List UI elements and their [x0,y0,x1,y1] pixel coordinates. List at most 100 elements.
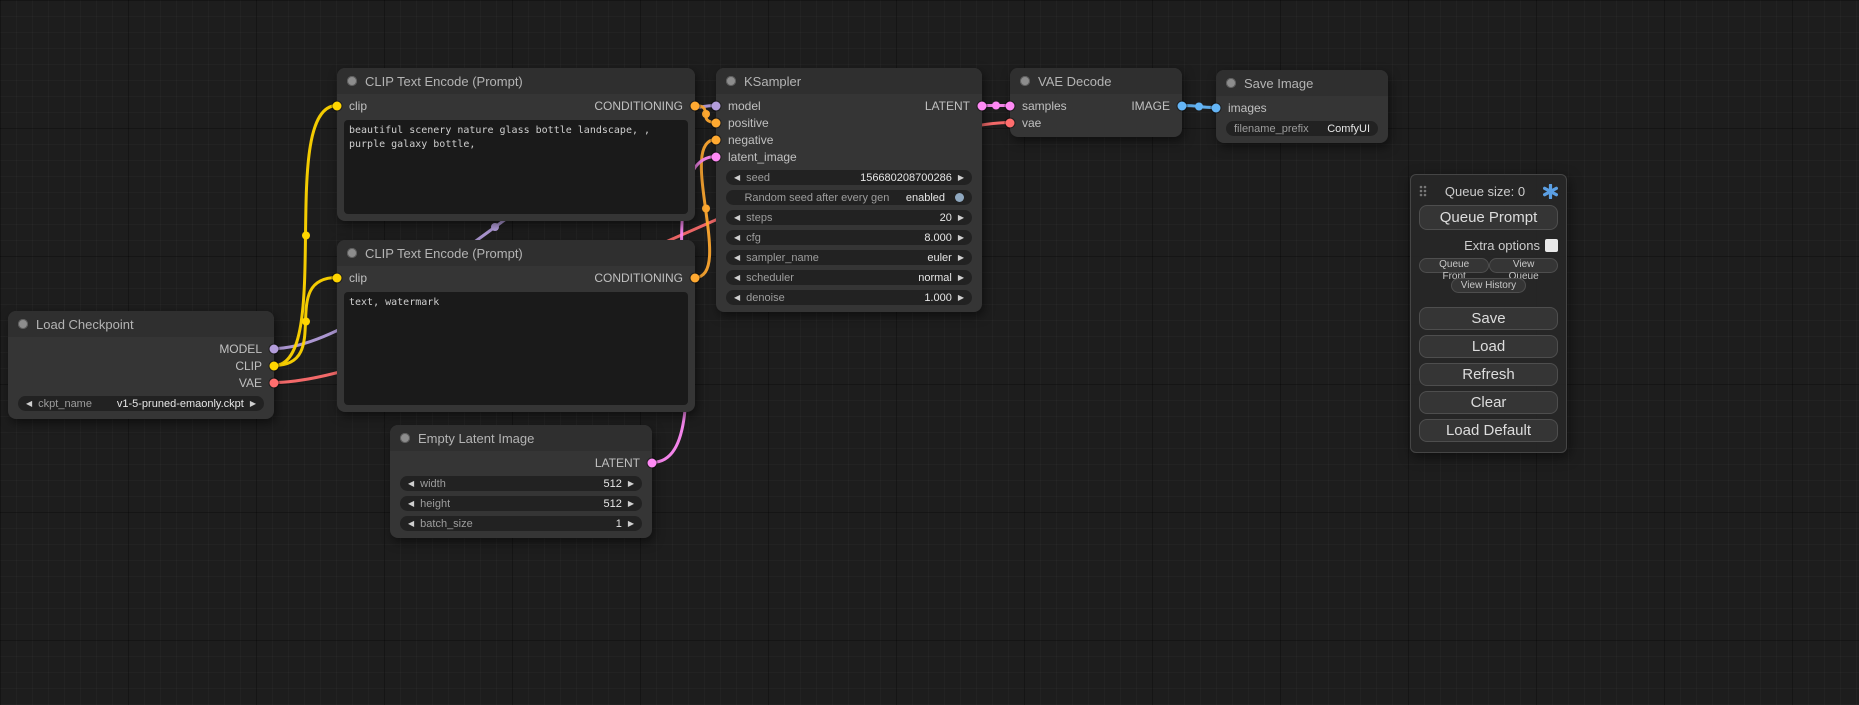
widget-sampler-name[interactable]: ◀ sampler_name euler ▶ [726,250,972,265]
node-titlebar[interactable]: VAE Decode [1010,68,1182,94]
node-title: Empty Latent Image [418,431,534,446]
node-ksampler[interactable]: KSampler model LATENT positive negative … [716,68,982,312]
widget-denoise[interactable]: ◀ denoise 1.000 ▶ [726,290,972,305]
slot-row-clip-conditioning: clip CONDITIONING [337,269,695,286]
widget-random-seed-toggle[interactable]: Random seed after every gen enabled [726,190,972,205]
collapse-dot[interactable] [726,76,736,86]
link-dot-model [491,223,499,231]
arrow-left-icon[interactable]: ◀ [408,500,414,508]
arrow-right-icon[interactable]: ▶ [958,234,964,242]
arrow-left-icon[interactable]: ◀ [408,480,414,488]
arrow-right-icon[interactable]: ▶ [958,174,964,182]
load-default-button[interactable]: Load Default [1419,419,1558,442]
widget-seed[interactable]: ◀ seed 156680208700286 ▶ [726,170,972,185]
queue-front-button[interactable]: Queue Front [1419,258,1489,273]
node-vae-decode[interactable]: VAE Decode samples IMAGE vae [1010,68,1182,137]
node-clip-text-encode-negative[interactable]: CLIP Text Encode (Prompt) clip CONDITION… [337,240,695,412]
settings-gear-icon[interactable] [1543,184,1558,199]
output-dot-vae[interactable] [270,378,279,387]
node-clip-text-encode-positive[interactable]: CLIP Text Encode (Prompt) clip CONDITION… [337,68,695,221]
collapse-dot[interactable] [1226,78,1236,88]
positive-prompt-textarea[interactable]: beautiful scenery nature glass bottle la… [344,120,688,214]
input-dot-clip[interactable] [333,273,342,282]
widget-height[interactable]: ◀ height 512 ▶ [400,496,642,511]
collapse-dot[interactable] [1020,76,1030,86]
slot-row-clip-conditioning: clip CONDITIONING [337,97,695,114]
output-dot-image[interactable] [1178,101,1187,110]
widget-filename-prefix[interactable]: filename_prefix ComfyUI [1226,121,1378,136]
node-titlebar[interactable]: Empty Latent Image [390,425,652,451]
clear-button[interactable]: Clear [1419,391,1558,414]
widget-value: ComfyUI [1327,123,1370,135]
input-dot-model[interactable] [712,101,721,110]
collapse-dot[interactable] [347,76,357,86]
arrow-right-icon[interactable]: ▶ [628,480,634,488]
node-load-checkpoint-titlebar[interactable]: Load Checkpoint [8,311,274,337]
link-dot-clip-2 [302,318,310,326]
refresh-button[interactable]: Refresh [1419,363,1558,386]
widget-label: ckpt_name [38,398,92,410]
arrow-left-icon[interactable]: ◀ [408,520,414,528]
input-label-clip: clip [349,99,367,113]
collapse-dot[interactable] [18,319,28,329]
input-dot-images[interactable] [1212,103,1221,112]
input-label-negative: negative [728,133,773,147]
save-button[interactable]: Save [1419,307,1558,330]
queue-prompt-button[interactable]: Queue Prompt [1419,205,1558,230]
arrow-right-icon[interactable]: ▶ [628,520,634,528]
arrow-left-icon[interactable]: ◀ [734,254,740,262]
arrow-left-icon[interactable]: ◀ [734,214,740,222]
widget-scheduler[interactable]: ◀ scheduler normal ▶ [726,270,972,285]
output-dot-latent[interactable] [648,458,657,467]
node-titlebar[interactable]: CLIP Text Encode (Prompt) [337,240,695,266]
extra-options-row: Extra options [1419,237,1558,253]
output-dot-model[interactable] [270,344,279,353]
arrow-left-icon[interactable]: ◀ [734,234,740,242]
view-history-button[interactable]: View History [1451,278,1526,293]
arrow-right-icon[interactable]: ▶ [958,294,964,302]
node-load-checkpoint[interactable]: Load Checkpoint MODEL CLIP VAE ◀ ckpt_na… [8,311,274,419]
negative-prompt-textarea[interactable]: text, watermark [344,292,688,405]
input-dot-vae[interactable] [1006,118,1015,127]
output-dot-clip[interactable] [270,361,279,370]
input-dot-samples[interactable] [1006,101,1015,110]
node-titlebar[interactable]: CLIP Text Encode (Prompt) [337,68,695,94]
arrow-left-icon[interactable]: ◀ [734,274,740,282]
node-titlebar[interactable]: Save Image [1216,70,1388,96]
arrow-right-icon[interactable]: ▶ [628,500,634,508]
arrow-left-icon[interactable]: ◀ [26,400,32,408]
node-title: KSampler [744,74,801,89]
arrow-right-icon[interactable]: ▶ [250,400,256,408]
toggle-dot-icon[interactable] [955,193,964,202]
widget-steps[interactable]: ◀ steps 20 ▶ [726,210,972,225]
arrow-left-icon[interactable]: ◀ [734,174,740,182]
view-queue-button[interactable]: View Queue [1489,258,1558,273]
arrow-left-icon[interactable]: ◀ [734,294,740,302]
arrow-right-icon[interactable]: ▶ [958,214,964,222]
output-label-clip: CLIP [235,359,262,373]
arrow-right-icon[interactable]: ▶ [958,254,964,262]
node-titlebar[interactable]: KSampler [716,68,982,94]
widget-batch-size[interactable]: ◀ batch_size 1 ▶ [400,516,642,531]
input-dot-positive[interactable] [712,118,721,127]
graph-canvas[interactable]: Load Checkpoint MODEL CLIP VAE ◀ ckpt_na… [0,0,1859,705]
input-dot-latent-image[interactable] [712,152,721,161]
widget-cfg[interactable]: ◀ cfg 8.000 ▶ [726,230,972,245]
input-dot-negative[interactable] [712,135,721,144]
widget-ckpt-name[interactable]: ◀ ckpt_name v1-5-pruned-emaonly.ckpt ▶ [18,396,264,411]
collapse-dot[interactable] [347,248,357,258]
input-dot-clip[interactable] [333,101,342,110]
output-dot-conditioning[interactable] [691,273,700,282]
drag-handle-icon[interactable] [1419,185,1427,197]
node-save-image[interactable]: Save Image images filename_prefix ComfyU… [1216,70,1388,143]
widget-width[interactable]: ◀ width 512 ▶ [400,476,642,491]
load-button[interactable]: Load [1419,335,1558,358]
widget-label: batch_size [420,518,473,530]
slot-row-negative: negative [716,131,982,148]
node-empty-latent-image[interactable]: Empty Latent Image LATENT ◀ width 512 ▶ … [390,425,652,538]
collapse-dot[interactable] [400,433,410,443]
output-dot-conditioning[interactable] [691,101,700,110]
output-dot-latent[interactable] [978,101,987,110]
extra-options-checkbox[interactable] [1545,239,1558,252]
arrow-right-icon[interactable]: ▶ [958,274,964,282]
